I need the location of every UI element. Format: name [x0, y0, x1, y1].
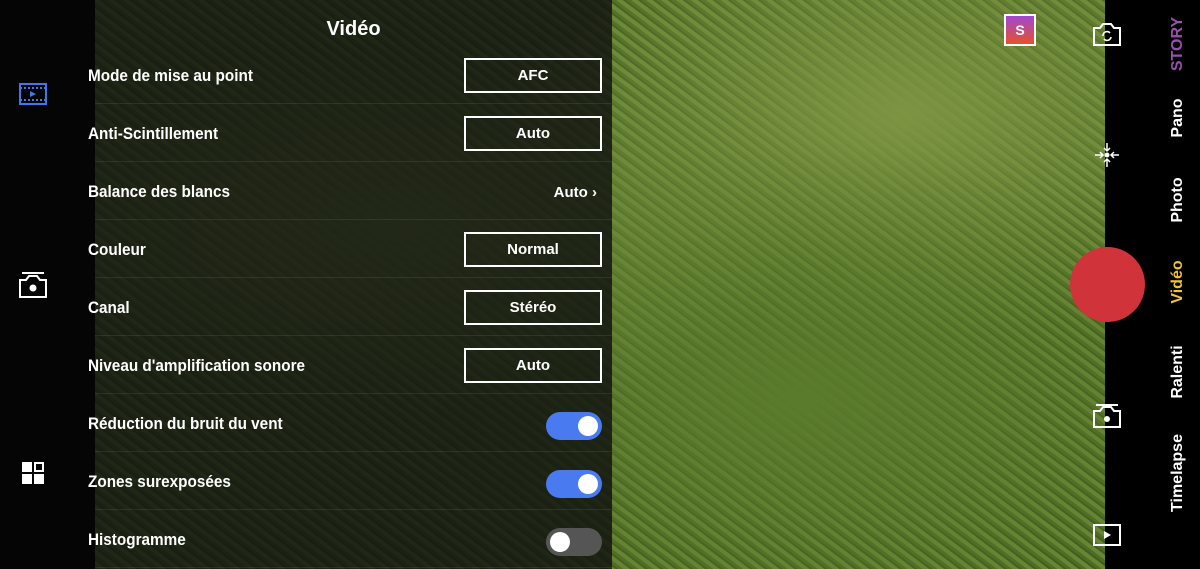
- toggle-knob: [550, 532, 570, 552]
- story-badge[interactable]: S: [1004, 14, 1036, 46]
- gallery-play-icon[interactable]: [1093, 524, 1121, 546]
- setting-label: Niveau d'amplification sonore: [88, 356, 306, 375]
- setting-row[interactable]: Mode de mise au point AFC: [88, 46, 612, 104]
- setting-row[interactable]: Niveau d'amplification sonore Auto: [88, 336, 612, 394]
- setting-row[interactable]: Anti-Scintillement Auto: [88, 104, 612, 162]
- left-sidebar: [0, 0, 95, 569]
- setting-row[interactable]: Balance des blancs Auto ›: [88, 162, 612, 220]
- setting-row[interactable]: Réduction du bruit du vent: [88, 394, 612, 452]
- setting-label: Histogramme: [88, 530, 186, 549]
- video-settings-icon[interactable]: [19, 83, 47, 105]
- setting-row[interactable]: Zones surexposées: [88, 452, 612, 510]
- setting-value-button[interactable]: AFC: [464, 58, 602, 93]
- setting-label: Balance des blancs: [88, 182, 231, 201]
- mode-timelapse[interactable]: Timelapse: [1169, 434, 1187, 512]
- focus-icon[interactable]: [1094, 142, 1120, 168]
- setting-row[interactable]: Couleur Normal: [88, 220, 612, 278]
- record-button[interactable]: [1070, 247, 1145, 322]
- video-settings-panel: Vidéo Mode de mise au point AFC Anti-Scint…: [88, 0, 612, 569]
- panel-title: Vidéo: [326, 18, 381, 40]
- mode-vidéo[interactable]: Vidéo: [1169, 260, 1187, 303]
- setting-label: Réduction du bruit du vent: [88, 414, 283, 433]
- setting-toggle[interactable]: [546, 470, 602, 498]
- snapshot-icon[interactable]: [1093, 404, 1121, 428]
- setting-row[interactable]: Canal Stéréo: [88, 278, 612, 336]
- setting-value-button[interactable]: Auto: [464, 348, 602, 383]
- setting-label: Couleur: [88, 240, 146, 259]
- toggle-knob: [578, 474, 598, 494]
- switch-camera-icon[interactable]: [1093, 22, 1121, 46]
- setting-label: Anti-Scintillement: [88, 124, 219, 143]
- mode-pano[interactable]: Pano: [1169, 98, 1187, 137]
- mode-story[interactable]: STORY: [1169, 17, 1187, 71]
- setting-value-link[interactable]: Auto ›: [554, 184, 597, 201]
- mode-photo[interactable]: Photo: [1169, 177, 1187, 222]
- camera-settings-icon[interactable]: [19, 272, 47, 298]
- setting-value: Auto: [553, 184, 588, 201]
- setting-label: Mode de mise au point: [88, 66, 253, 85]
- setting-row[interactable]: Histogramme: [88, 510, 612, 568]
- setting-value-button[interactable]: Stéréo: [464, 290, 602, 325]
- setting-toggle[interactable]: [546, 528, 602, 556]
- setting-label: Canal: [88, 298, 130, 317]
- grid-icon[interactable]: [22, 462, 44, 484]
- setting-toggle[interactable]: [546, 412, 602, 440]
- toggle-knob: [578, 416, 598, 436]
- setting-value-button[interactable]: Auto: [464, 116, 602, 151]
- mode-ralenti[interactable]: Ralenti: [1169, 345, 1187, 398]
- setting-label: Zones surexposées: [88, 472, 231, 491]
- chevron-right-icon: ›: [592, 184, 597, 201]
- setting-value-button[interactable]: Normal: [464, 232, 602, 267]
